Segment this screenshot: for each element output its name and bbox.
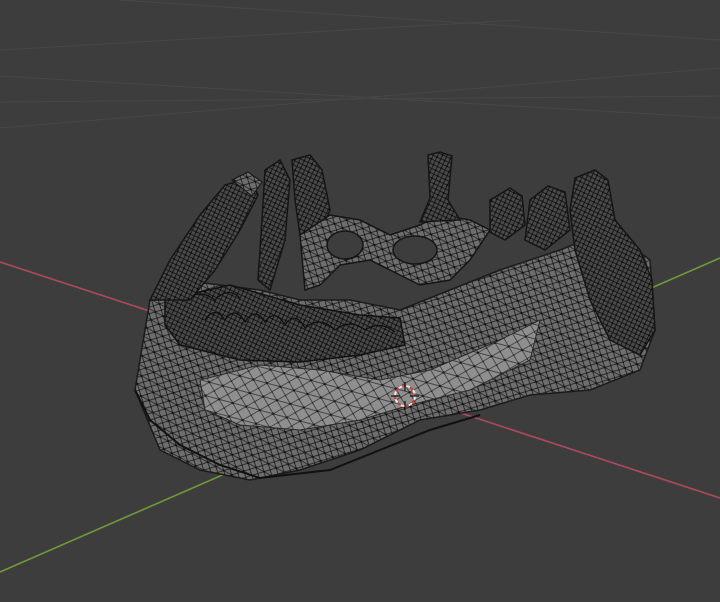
jaw-mesh[interactable] (134, 151, 656, 481)
palate-hole-right (392, 235, 438, 265)
3d-viewport[interactable] (0, 0, 720, 602)
viewport-canvas[interactable] (0, 0, 720, 602)
floor-grid (0, 0, 720, 129)
palate-hole-left (326, 230, 364, 260)
